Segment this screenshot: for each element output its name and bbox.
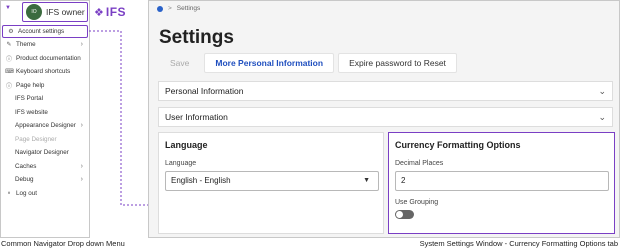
page-title: Settings	[159, 27, 234, 48]
breadcrumb-current: Settings	[176, 5, 201, 12]
menu-item-theme[interactable]: ✎ Theme ›	[1, 38, 89, 52]
navigator-header: ▼ IO IFS owner	[1, 1, 91, 25]
chevron-right-icon: ›	[80, 176, 83, 184]
section-title: Personal Information	[165, 86, 244, 96]
menu-item-caches[interactable]: Caches ›	[1, 160, 89, 174]
home-icon[interactable]	[157, 5, 163, 12]
chevron-right-icon: ›	[80, 41, 83, 49]
chevron-down-icon[interactable]: ⌄	[598, 108, 606, 127]
logout-icon: ⚬	[6, 190, 12, 197]
language-card: Language Language English - English ▼	[158, 132, 384, 234]
use-grouping-toggle[interactable]	[395, 210, 414, 219]
section-personal-information[interactable]: Personal Information ⌄	[158, 81, 613, 101]
save-button[interactable]: Save	[159, 53, 201, 73]
menu-item-ifs-website[interactable]: IFS website	[1, 106, 89, 120]
menu-item-ifs-portal[interactable]: IFS Portal	[1, 92, 89, 106]
menu-item-appearance-designer[interactable]: Appearance Designer ›	[1, 119, 89, 133]
decimal-places-label: Decimal Places	[395, 160, 444, 167]
theme-icon: ✎	[6, 42, 12, 49]
breadcrumb: > Settings	[157, 5, 200, 12]
menu-item-log-out[interactable]: ⚬ Log out	[1, 187, 89, 201]
user-name: IFS owner	[46, 7, 85, 17]
keyboard-icon: ⌨	[5, 69, 14, 76]
menu-item-account-settings[interactable]: ⚙ Account settings	[2, 25, 88, 38]
dropdown-arrow-icon: ▼	[5, 5, 11, 11]
toolbar: Save More Personal Information Expire pa…	[159, 53, 457, 73]
toggle-knob	[396, 211, 403, 218]
help-icon: ⓘ	[5, 83, 12, 90]
caption-left: Common Navigator Drop down Menu	[1, 239, 125, 248]
gear-icon: ⚙	[8, 29, 14, 35]
chevron-right-icon: ›	[80, 122, 83, 130]
ifs-logo: ❖ IFS	[94, 5, 127, 19]
navigator-menu: ⚙ Account settings ✎ Theme › ⓘ Product d…	[1, 25, 89, 200]
menu-item-page-designer: Page Designer	[15, 135, 57, 143]
settings-window: > Settings Settings Save More Personal I…	[148, 0, 620, 238]
currency-card-title: Currency Formatting Options	[395, 140, 521, 150]
menu-item-keyboard-shortcuts[interactable]: ⌨ Keyboard shortcuts	[1, 65, 89, 79]
avatar: IO	[26, 4, 42, 20]
chevron-right-icon: ›	[80, 162, 83, 170]
section-title: User Information	[165, 112, 228, 122]
use-grouping-label: Use Grouping	[395, 199, 439, 206]
menu-item-product-documentation[interactable]: ⓘ Product documentation	[1, 52, 89, 66]
navigator-dropdown: ▼ IO IFS owner ⚙ Account settings ✎ Them…	[0, 0, 90, 238]
dropdown-caret-icon: ▼	[363, 177, 370, 184]
expire-password-button[interactable]: Expire password to Reset	[338, 53, 457, 73]
menu-item-debug[interactable]: Debug ›	[1, 173, 89, 187]
chevron-right-icon: >	[168, 5, 172, 12]
currency-formatting-card: Currency Formatting Options Decimal Plac…	[388, 132, 615, 234]
ifs-logo-icon: ❖	[94, 6, 104, 19]
menu-item-navigator-designer[interactable]: Navigator Designer	[1, 146, 89, 160]
caption-right: System Settings Window - Currency Format…	[419, 239, 618, 248]
chevron-down-icon[interactable]: ⌄	[598, 82, 606, 101]
menu-item-page-help[interactable]: ⓘ Page help	[1, 79, 89, 93]
decimal-places-input[interactable]: 2	[395, 171, 609, 191]
section-user-information[interactable]: User Information ⌄	[158, 107, 613, 127]
more-personal-information-button[interactable]: More Personal Information	[204, 53, 335, 73]
language-field-label: Language	[165, 160, 197, 167]
language-select[interactable]: English - English ▼	[165, 171, 379, 191]
info-icon: ⓘ	[5, 56, 12, 63]
language-card-title: Language	[165, 140, 208, 150]
